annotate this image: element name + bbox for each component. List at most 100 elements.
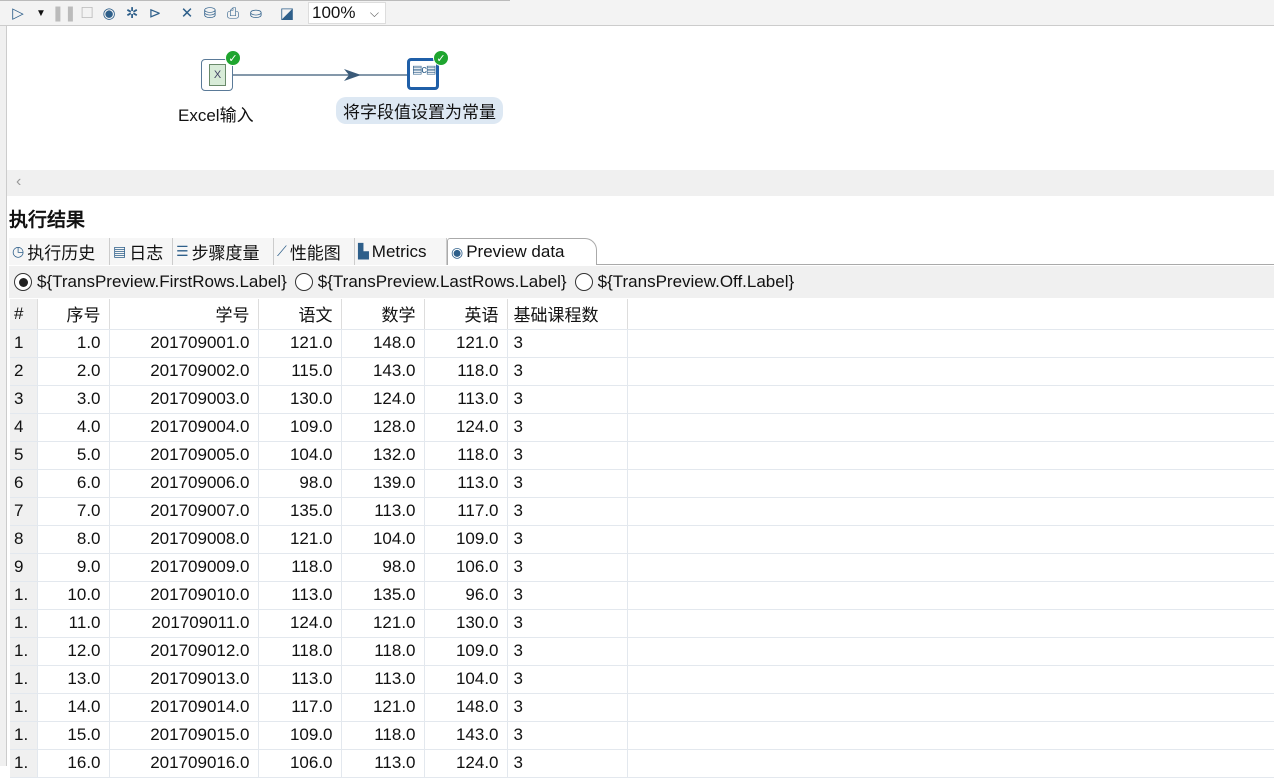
table-cell[interactable]: 201709004.0 <box>109 413 259 442</box>
table-row[interactable]: 4 4.0 201709004.0 109.0 128.0 124.0 3 <box>10 413 1274 442</box>
table-cell[interactable]: 3 <box>507 441 628 470</box>
table-cell[interactable]: 201709011.0 <box>109 609 259 638</box>
table-cell[interactable]: 3.0 <box>37 385 110 414</box>
row-number[interactable]: 7 <box>10 497 38 526</box>
table-cell[interactable]: 104.0 <box>341 525 425 554</box>
table-cell[interactable]: 1.0 <box>37 329 110 358</box>
tab-preview-data[interactable]: ◉ Preview data <box>447 238 597 265</box>
table-cell[interactable]: 124.0 <box>424 413 508 442</box>
table-row[interactable]: 1. 15.0 201709015.0 109.0 118.0 143.0 3 <box>10 721 1274 750</box>
table-cell[interactable]: 118.0 <box>258 637 342 666</box>
radio-first-rows[interactable]: ${TransPreview.FirstRows.Label} <box>14 272 287 292</box>
radio-button[interactable] <box>574 273 593 291</box>
table-cell[interactable]: 201709013.0 <box>109 665 259 694</box>
table-cell[interactable]: 106.0 <box>258 749 342 778</box>
row-number[interactable]: 4 <box>10 413 38 442</box>
table-cell[interactable]: 118.0 <box>341 721 425 750</box>
table-cell[interactable]: 3 <box>507 413 628 442</box>
table-cell[interactable]: 121.0 <box>258 525 342 554</box>
table-row[interactable]: 7 7.0 201709007.0 135.0 113.0 117.0 3 <box>10 497 1274 526</box>
row-number[interactable]: 1. <box>10 609 38 638</box>
row-number[interactable]: 1. <box>10 665 38 694</box>
table-cell[interactable]: 124.0 <box>341 385 425 414</box>
table-cell[interactable]: 98.0 <box>341 553 425 582</box>
table-cell[interactable]: 113.0 <box>258 665 342 694</box>
table-cell[interactable]: 3 <box>507 721 628 750</box>
table-cell[interactable]: 14.0 <box>37 693 110 722</box>
table-cell[interactable]: 201709010.0 <box>109 581 259 610</box>
table-cell[interactable]: 113.0 <box>341 665 425 694</box>
hop-arrow[interactable] <box>7 26 607 170</box>
table-row[interactable]: 1. 10.0 201709010.0 113.0 135.0 96.0 3 <box>10 581 1274 610</box>
row-number[interactable]: 1. <box>10 721 38 750</box>
table-cell[interactable]: 3 <box>507 609 628 638</box>
pause-icon[interactable]: ❚❚ <box>51 4 76 22</box>
table-cell[interactable]: 135.0 <box>258 497 342 526</box>
table-cell[interactable]: 201709008.0 <box>109 525 259 554</box>
table-cell[interactable]: 130.0 <box>424 609 508 638</box>
row-number[interactable]: 8 <box>10 525 38 554</box>
table-cell[interactable]: 109.0 <box>424 637 508 666</box>
table-cell[interactable]: 104.0 <box>424 665 508 694</box>
column-header[interactable]: 语文 <box>258 299 342 330</box>
tab-performance[interactable]: ⟋ 性能图 <box>274 238 355 265</box>
table-row[interactable]: 6 6.0 201709006.0 98.0 139.0 113.0 3 <box>10 469 1274 498</box>
tab-step-metrics[interactable]: ☰ 步骤度量 <box>173 238 274 265</box>
table-cell[interactable]: 10.0 <box>37 581 110 610</box>
table-cell[interactable]: 3 <box>507 693 628 722</box>
table-cell[interactable]: 2.0 <box>37 357 110 386</box>
table-row[interactable]: 5 5.0 201709005.0 104.0 132.0 118.0 3 <box>10 441 1274 470</box>
table-cell[interactable]: 3 <box>507 637 628 666</box>
transformation-canvas[interactable]: X ✓ Excel输入 ▤c▤ ✓ 将字段值设置为常量 <box>7 26 1274 170</box>
verify-icon[interactable]: ✕ <box>178 4 196 22</box>
table-row[interactable]: 1. 12.0 201709012.0 118.0 118.0 109.0 3 <box>10 637 1274 666</box>
table-cell[interactable]: 124.0 <box>424 749 508 778</box>
table-cell[interactable]: 115.0 <box>258 357 342 386</box>
table-row[interactable]: 9 9.0 201709009.0 118.0 98.0 106.0 3 <box>10 553 1274 582</box>
radio-last-rows[interactable]: ${TransPreview.LastRows.Label} <box>294 272 567 292</box>
run-icon[interactable]: ▷ <box>9 4 27 22</box>
impact-icon[interactable]: ⛁ <box>201 4 219 22</box>
column-header[interactable]: 英语 <box>424 299 508 330</box>
table-cell[interactable]: 148.0 <box>341 329 425 358</box>
results-panel-icon[interactable]: ◪ <box>278 4 296 22</box>
preview-icon[interactable]: ◉ <box>100 4 118 22</box>
table-cell[interactable]: 132.0 <box>341 441 425 470</box>
table-cell[interactable]: 3 <box>507 329 628 358</box>
radio-button[interactable] <box>14 273 32 291</box>
table-cell[interactable]: 201709007.0 <box>109 497 259 526</box>
row-number[interactable]: 5 <box>10 441 38 470</box>
table-row[interactable]: 2 2.0 201709002.0 115.0 143.0 118.0 3 <box>10 357 1274 386</box>
table-cell[interactable]: 3 <box>507 357 628 386</box>
table-cell[interactable]: 201709012.0 <box>109 637 259 666</box>
row-number[interactable]: 1. <box>10 693 38 722</box>
row-number[interactable]: 1. <box>10 749 38 778</box>
table-cell[interactable]: 135.0 <box>341 581 425 610</box>
column-header[interactable]: 学号 <box>109 299 259 330</box>
table-cell[interactable]: 3 <box>507 553 628 582</box>
row-number[interactable]: 9 <box>10 553 38 582</box>
table-cell[interactable]: 3 <box>507 525 628 554</box>
table-cell[interactable]: 104.0 <box>258 441 342 470</box>
table-cell[interactable]: 117.0 <box>424 497 508 526</box>
step-label[interactable]: Excel输入 <box>178 101 254 126</box>
tab-history[interactable]: ◷ 执行历史 <box>9 238 110 265</box>
table-cell[interactable]: 201709009.0 <box>109 553 259 582</box>
table-cell[interactable]: 118.0 <box>258 553 342 582</box>
table-cell[interactable]: 113.0 <box>424 469 508 498</box>
table-cell[interactable]: 118.0 <box>341 637 425 666</box>
table-cell[interactable]: 8.0 <box>37 525 110 554</box>
table-cell[interactable]: 148.0 <box>424 693 508 722</box>
table-cell[interactable]: 143.0 <box>341 357 425 386</box>
table-row[interactable]: 1 1.0 201709001.0 121.0 148.0 121.0 3 <box>10 329 1274 358</box>
table-cell[interactable]: 16.0 <box>37 749 110 778</box>
table-row[interactable]: 1. 11.0 201709011.0 124.0 121.0 130.0 3 <box>10 609 1274 638</box>
table-cell[interactable]: 201709006.0 <box>109 469 259 498</box>
table-cell[interactable]: 113.0 <box>424 385 508 414</box>
row-number[interactable]: 2 <box>10 357 38 386</box>
table-cell[interactable]: 3 <box>507 497 628 526</box>
table-cell[interactable]: 121.0 <box>258 329 342 358</box>
table-cell[interactable]: 113.0 <box>341 749 425 778</box>
table-cell[interactable]: 4.0 <box>37 413 110 442</box>
table-row[interactable]: 1. 13.0 201709013.0 113.0 113.0 104.0 3 <box>10 665 1274 694</box>
